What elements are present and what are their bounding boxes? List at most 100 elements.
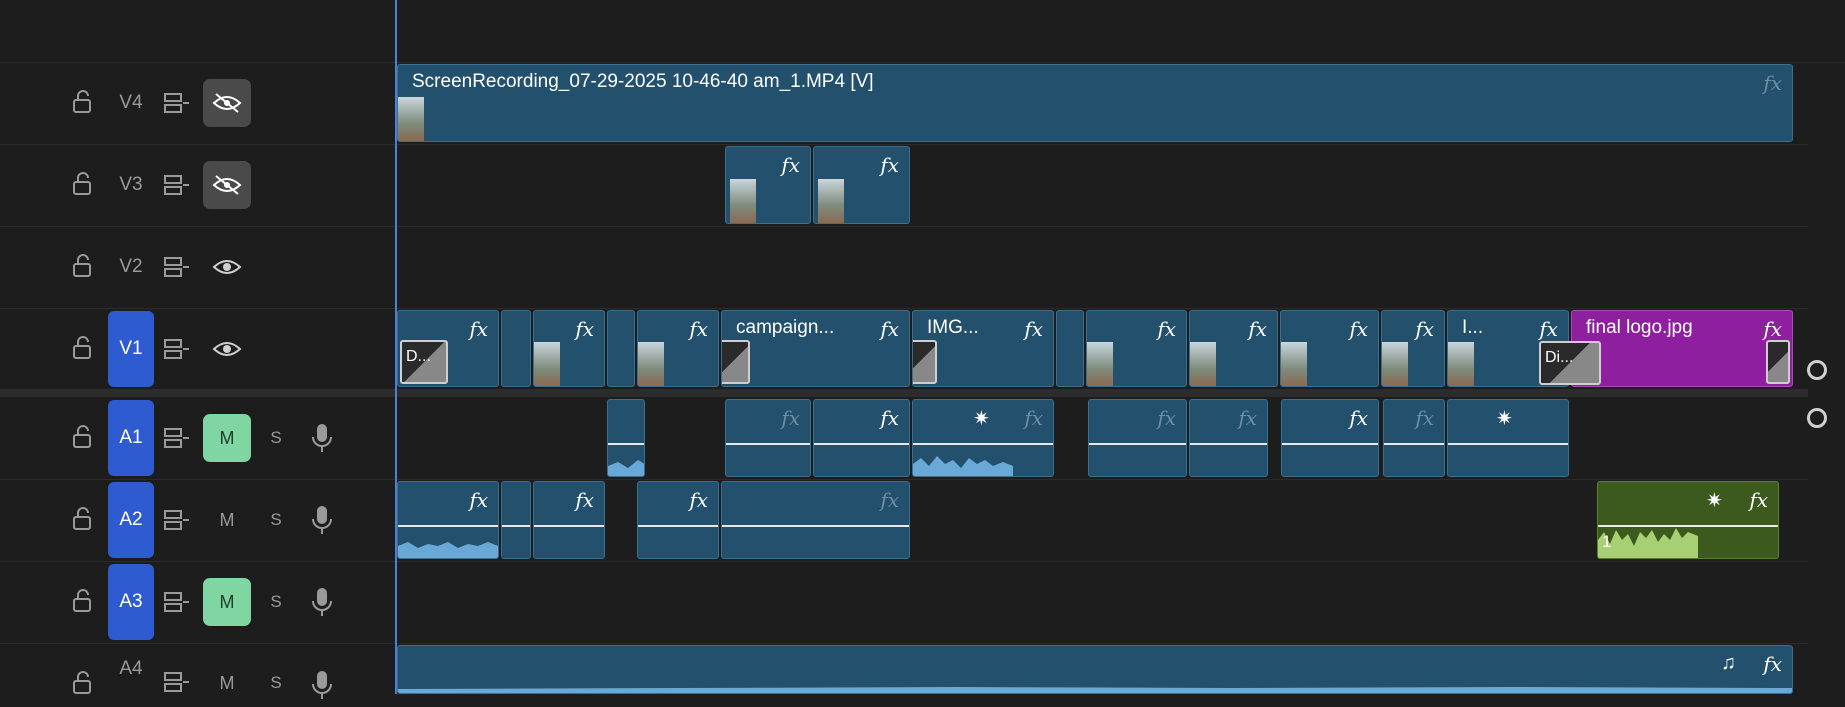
- clip-v1-campaign[interactable]: campaign... fx: [721, 310, 910, 387]
- sync-lock-icon[interactable]: [164, 256, 190, 278]
- playhead[interactable]: [395, 0, 397, 694]
- clip-v1-img[interactable]: IMG... fx: [912, 310, 1054, 387]
- audio-clip-a1-1[interactable]: [607, 399, 645, 477]
- volume-line[interactable]: [726, 443, 810, 445]
- microphone-icon[interactable]: [310, 504, 334, 536]
- lock-icon[interactable]: [72, 90, 92, 114]
- lock-icon[interactable]: [72, 507, 92, 531]
- clip-v1-1[interactable]: fx D...: [397, 310, 499, 387]
- lock-icon[interactable]: [72, 589, 92, 613]
- volume-line[interactable]: [814, 443, 909, 445]
- clip-v1-5[interactable]: fx: [637, 310, 719, 387]
- track-height-handle[interactable]: [1807, 360, 1827, 380]
- sync-lock-icon[interactable]: [164, 671, 190, 693]
- audio-clip-a2-4[interactable]: fx: [637, 481, 719, 559]
- clip-screenrecording[interactable]: ScreenRecording_07-29-2025 10-46-40 am_1…: [397, 64, 1793, 142]
- track-name-a1[interactable]: A1: [108, 400, 154, 476]
- solo-button[interactable]: S: [266, 659, 286, 707]
- clip-v3-1[interactable]: fx: [725, 146, 811, 224]
- volume-line[interactable]: [722, 525, 909, 527]
- sync-lock-icon[interactable]: [164, 591, 190, 613]
- clip-v3-2[interactable]: fx: [813, 146, 910, 224]
- audio-clip-a1-2[interactable]: fx: [725, 399, 811, 477]
- microphone-icon[interactable]: [310, 586, 334, 618]
- lock-icon[interactable]: [72, 172, 92, 196]
- volume-line[interactable]: [1089, 443, 1186, 445]
- clip-v1-12[interactable]: fx: [1381, 310, 1445, 387]
- audio-clip-a2-green[interactable]: ✷ fx 1: [1597, 481, 1779, 559]
- clip-v1-8[interactable]: [1056, 310, 1084, 387]
- volume-line[interactable]: [1190, 443, 1267, 445]
- track-height-handle[interactable]: [1807, 408, 1827, 428]
- transition-label: D...: [406, 348, 431, 365]
- fx-badge: fx: [1024, 317, 1043, 341]
- transition-clip[interactable]: Di...: [1539, 341, 1601, 385]
- solo-button[interactable]: S: [266, 414, 286, 462]
- lock-icon[interactable]: [72, 671, 92, 695]
- audio-clip-a2-5[interactable]: fx: [721, 481, 910, 559]
- audio-clip-a1-5[interactable]: fx: [1088, 399, 1187, 477]
- eye-hidden-icon[interactable]: [203, 161, 251, 209]
- mute-button[interactable]: M: [203, 414, 251, 462]
- eye-hidden-icon[interactable]: [203, 79, 251, 127]
- track-name-a3[interactable]: A3: [108, 564, 154, 640]
- solo-button[interactable]: S: [266, 578, 286, 626]
- fx-badge: fx: [1248, 317, 1267, 341]
- music-note-icon: ♫: [1721, 652, 1736, 674]
- sync-lock-icon[interactable]: [164, 92, 190, 114]
- microphone-icon[interactable]: [310, 422, 334, 454]
- clip-v1-3[interactable]: fx: [533, 310, 605, 387]
- sync-lock-icon[interactable]: [164, 174, 190, 196]
- clip-v1-9[interactable]: fx: [1086, 310, 1187, 387]
- microphone-icon[interactable]: [310, 669, 334, 701]
- video-audio-divider[interactable]: [0, 389, 1808, 397]
- eye-icon[interactable]: [203, 243, 251, 291]
- lock-icon[interactable]: [72, 254, 92, 278]
- lock-icon[interactable]: [72, 336, 92, 360]
- volume-line[interactable]: [638, 525, 718, 527]
- clip-v1-2[interactable]: [501, 310, 531, 387]
- track-header-v3: V3: [0, 144, 395, 226]
- transition-clip[interactable]: [722, 340, 750, 384]
- audio-clip-a1-8[interactable]: fx: [1383, 399, 1445, 477]
- volume-line[interactable]: [502, 525, 530, 527]
- transition-clip[interactable]: [1766, 340, 1790, 384]
- volume-line[interactable]: [534, 525, 604, 527]
- volume-line[interactable]: [1448, 443, 1568, 445]
- audio-clip-a4-music[interactable]: ♫ fx: [397, 645, 1793, 694]
- track-name-v3[interactable]: V3: [108, 147, 154, 223]
- track-name-v1[interactable]: V1: [108, 311, 154, 387]
- time-ruler[interactable]: [0, 0, 1845, 63]
- sync-lock-icon[interactable]: [164, 427, 190, 449]
- sync-lock-icon[interactable]: [164, 338, 190, 360]
- clip-v1-4[interactable]: [607, 310, 635, 387]
- mute-button[interactable]: M: [203, 578, 251, 626]
- audio-clip-a2-1[interactable]: fx: [397, 481, 499, 559]
- track-name-v2[interactable]: V2: [108, 229, 154, 305]
- transition-clip[interactable]: [913, 340, 937, 384]
- lock-icon[interactable]: [72, 425, 92, 449]
- track-name-v4[interactable]: V4: [108, 65, 154, 141]
- audio-clip-a1-6[interactable]: fx: [1189, 399, 1268, 477]
- transition-clip[interactable]: D...: [400, 340, 448, 384]
- audio-clip-a1-7[interactable]: fx: [1281, 399, 1379, 477]
- clip-v1-11[interactable]: fx: [1280, 310, 1379, 387]
- audio-clip-a2-2[interactable]: [501, 481, 531, 559]
- volume-line[interactable]: [1384, 443, 1444, 445]
- track-name-a4[interactable]: A4: [108, 647, 154, 691]
- track-v2: V2: [0, 226, 1808, 309]
- eye-icon[interactable]: [203, 325, 251, 373]
- clip-v1-10[interactable]: fx: [1189, 310, 1278, 387]
- audio-clip-a1-9[interactable]: ✷: [1447, 399, 1569, 477]
- clip-v1-final-logo[interactable]: final logo.jpg fx: [1571, 310, 1793, 387]
- track-name-a2[interactable]: A2: [108, 482, 154, 558]
- audio-clip-a1-4[interactable]: ✷ fx: [912, 399, 1054, 477]
- volume-line[interactable]: [1282, 443, 1378, 445]
- sync-lock-icon[interactable]: [164, 509, 190, 531]
- mute-button[interactable]: M: [203, 659, 251, 707]
- fx-badge: fx: [880, 488, 899, 512]
- audio-clip-a2-3[interactable]: fx: [533, 481, 605, 559]
- audio-clip-a1-3[interactable]: fx: [813, 399, 910, 477]
- solo-button[interactable]: S: [266, 496, 286, 544]
- mute-button[interactable]: M: [203, 496, 251, 544]
